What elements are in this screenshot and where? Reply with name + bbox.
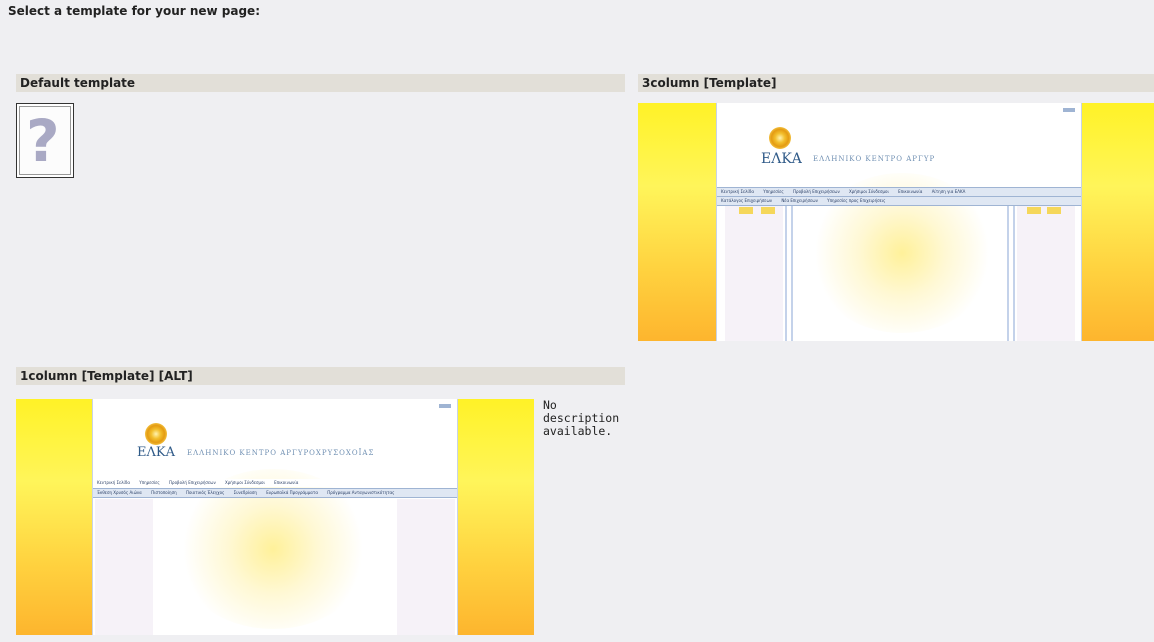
nav-item: Προβολή Επιχειρήσεων bbox=[793, 189, 840, 194]
logo-subtitle: ΕΛΛΗΝΙΚΟ ΚΕΝΤΡΟ ΑΡΓΥΡ bbox=[813, 155, 936, 163]
nav-item: Νέα Επιχειρήσεων bbox=[781, 198, 818, 203]
nav-item: Αίτηση για ΕΛΚΑ bbox=[931, 189, 966, 194]
preview-tab bbox=[1027, 207, 1041, 214]
nav-item: Υπηρεσίες bbox=[763, 189, 784, 194]
preview-nav-secondary: Έκθεση Χρυσός Αιώνα Πιστοποίηση Ποιοτικό… bbox=[93, 488, 457, 498]
nav-item: Κεντρική Σελίδα bbox=[97, 480, 130, 485]
preview-column-divider bbox=[785, 206, 787, 341]
preview-column-divider bbox=[1007, 206, 1009, 341]
nav-item: Υπηρεσίες bbox=[139, 480, 160, 485]
preview-page-frame: ΕΛΚΑ ΕΛΛΗΝΙΚΟ ΚΕΝΤΡΟ ΑΡΓΥΡ Κεντρική Σελί… bbox=[716, 103, 1082, 341]
template-title-3column: 3column [Template] bbox=[638, 74, 1154, 92]
template-title-1column: 1column [Template] [ALT] bbox=[16, 367, 625, 385]
nav-item: Χρήσιμοι Σύνδεσμοι bbox=[848, 189, 889, 194]
template-description: No description available. bbox=[543, 398, 620, 438]
template-thumbnail-default[interactable]: ? bbox=[16, 103, 74, 178]
nav-item: Πιστοποίηση bbox=[151, 490, 177, 495]
page-heading: Select a template for your new page: bbox=[8, 4, 260, 18]
preview-tab bbox=[761, 207, 775, 214]
preview-column-divider bbox=[791, 206, 793, 341]
question-mark-icon: ? bbox=[26, 107, 60, 175]
preview-page-frame: ΕΛΚΑ ΕΛΛΗΝΙΚΟ ΚΕΝΤΡΟ ΑΡΓΥΡΟΧΡΥΣΟΧΟΪΑΣ Κε… bbox=[92, 399, 458, 635]
preview-frame: ? bbox=[19, 106, 71, 175]
nav-item: Επικοινωνία bbox=[898, 189, 923, 194]
nav-item: Προβολή Επιχειρήσεων bbox=[169, 480, 216, 485]
template-thumbnail-3column[interactable]: ΕΛΚΑ ΕΛΛΗΝΙΚΟ ΚΕΝΤΡΟ ΑΡΓΥΡ Κεντρική Σελί… bbox=[638, 103, 1154, 341]
template-title-default: Default template bbox=[16, 74, 625, 92]
logo-spiral-icon bbox=[145, 423, 167, 445]
logo-subtitle: ΕΛΛΗΝΙΚΟ ΚΕΝΤΡΟ ΑΡΓΥΡΟΧΡΥΣΟΧΟΪΑΣ bbox=[187, 449, 375, 457]
language-flags-icon bbox=[439, 404, 451, 408]
preview-right-column bbox=[1017, 206, 1075, 341]
preview-left-column bbox=[95, 499, 153, 635]
preview-left-column bbox=[725, 206, 783, 341]
preview-column-divider bbox=[1013, 206, 1015, 341]
preview-right-column bbox=[397, 499, 455, 635]
nav-item: Ευρωπαϊκά Προγράμματα bbox=[266, 490, 318, 495]
nav-item: Χρήσιμοι Σύνδεσμοι bbox=[224, 480, 265, 485]
nav-item: Ποιοτικός Έλεγχος bbox=[185, 490, 225, 495]
preview-tab bbox=[739, 207, 753, 214]
nav-item: Πρόγραμμα Ανταγωνιστικότητας bbox=[327, 490, 395, 495]
language-flags-icon bbox=[1063, 108, 1075, 112]
nav-item: Υπηρεσίες προς Επιχειρήσεις bbox=[827, 198, 886, 203]
nav-item: Επικοινωνία bbox=[274, 480, 299, 485]
preview-nav-primary: Κεντρική Σελίδα Υπηρεσίες Προβολή Επιχει… bbox=[93, 479, 457, 487]
preview-nav-secondary: Κατάλογος Επιχειρήσεων Νέα Επιχειρήσεων … bbox=[717, 196, 1081, 206]
nav-item: Κεντρική Σελίδα bbox=[721, 189, 754, 194]
logo-text: ΕΛΚΑ bbox=[137, 445, 175, 460]
template-thumbnail-1column[interactable]: ΕΛΚΑ ΕΛΛΗΝΙΚΟ ΚΕΝΤΡΟ ΑΡΓΥΡΟΧΡΥΣΟΧΟΪΑΣ Κε… bbox=[16, 399, 534, 635]
preview-tab bbox=[1047, 207, 1061, 214]
logo-spiral-icon bbox=[769, 127, 791, 149]
nav-item: Συνεδρίαση bbox=[233, 490, 257, 495]
nav-item: Κατάλογος Επιχειρήσεων bbox=[721, 198, 773, 203]
logo-text: ΕΛΚΑ bbox=[761, 151, 802, 167]
nav-item: Έκθεση Χρυσός Αιώνα bbox=[97, 490, 142, 495]
